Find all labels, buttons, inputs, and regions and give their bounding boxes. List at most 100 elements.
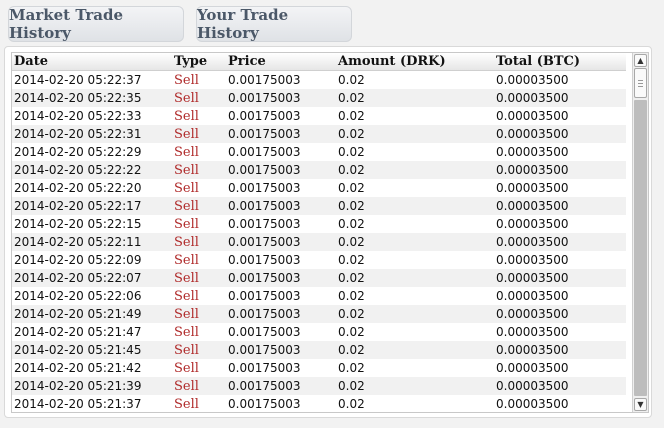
cell-type: Sell: [174, 360, 199, 376]
cell-date: 2014-02-20 05:22:17: [12, 197, 172, 215]
cell-amount: 0.02: [336, 125, 494, 143]
cell-price: 0.00175003: [226, 377, 336, 395]
cell-date: 2014-02-20 05:22:09: [14, 253, 142, 267]
table-row[interactable]: 2014-02-20 05:22:17 Sell 0.00175003 0.02 0.0…: [12, 197, 626, 215]
cell-amount: 0.02: [338, 109, 365, 123]
cell-type: Sell: [172, 125, 226, 143]
trade-history-grid: Date Type Price Amount (DRK) Total (BTC)…: [11, 52, 649, 413]
cell-date: 2014-02-20 05:22:06: [14, 289, 142, 303]
cell-price: 0.00175003: [226, 161, 336, 179]
cell-type: Sell: [174, 144, 199, 160]
cell-total: 0.00003500: [494, 197, 626, 215]
table-row[interactable]: 2014-02-20 05:22:09 Sell 0.00175003 0.02 0.0…: [12, 251, 626, 269]
column-header-total[interactable]: Total (BTC): [494, 53, 626, 71]
cell-date: 2014-02-20 05:21:39: [12, 377, 172, 395]
cell-total: 0.00003500: [494, 161, 626, 179]
table-row[interactable]: 2014-02-20 05:22:29 Sell 0.00175003 0.02 0.0…: [12, 143, 626, 161]
cell-price: 0.00175003: [228, 325, 301, 339]
column-header-amount[interactable]: Amount (DRK): [336, 53, 494, 71]
cell-total: 0.00003500: [496, 181, 569, 195]
table-row[interactable]: 2014-02-20 05:22:37 Sell 0.00175003 0.02 0.0…: [12, 71, 626, 90]
cell-total: 0.00003500: [494, 125, 626, 143]
column-header-price[interactable]: Price: [226, 53, 336, 71]
cell-price: 0.00175003: [226, 269, 336, 287]
cell-amount: 0.02: [338, 361, 365, 375]
table-row[interactable]: 2014-02-20 05:21:42 Sell 0.00175003 0.02 0.0…: [12, 359, 626, 377]
table-row[interactable]: 2014-02-20 05:21:37 Sell 0.00175003 0.02 0.0…: [12, 395, 626, 412]
cell-price: 0.00175003: [226, 233, 336, 251]
scrollbar-track[interactable]: [634, 100, 647, 396]
cell-amount: 0.02: [336, 233, 494, 251]
cell-type: Sell: [174, 72, 199, 88]
cell-date: 2014-02-20 05:22:15: [14, 217, 142, 231]
cell-total: 0.00003500: [496, 145, 569, 159]
column-header-type[interactable]: Type: [172, 53, 226, 71]
cell-price: 0.00175003: [226, 125, 336, 143]
cell-date: 2014-02-20 05:21:42: [14, 361, 142, 375]
cell-amount: 0.02: [336, 89, 494, 107]
cell-price: 0.00175003: [226, 341, 336, 359]
cell-total: 0.00003500: [496, 289, 569, 303]
cell-type: Sell: [172, 161, 226, 179]
arrow-up-icon[interactable]: ▲: [634, 54, 647, 67]
cell-total: 0.00003500: [496, 361, 569, 375]
trade-history-panel: Date Type Price Amount (DRK) Total (BTC)…: [4, 46, 652, 418]
cell-date: 2014-02-20 05:21:45: [12, 341, 172, 359]
table-row[interactable]: 2014-02-20 05:22:22 Sell 0.00175003 0.02 0.0…: [12, 161, 626, 179]
table-row[interactable]: 2014-02-20 05:21:45 Sell 0.00175003 0.02 0.0…: [12, 341, 626, 359]
column-header-date[interactable]: Date: [12, 53, 172, 71]
cell-date: 2014-02-20 05:21:37: [14, 397, 142, 411]
cell-price: 0.00175003: [228, 109, 301, 123]
table-row[interactable]: 2014-02-20 05:22:35 Sell 0.00175003 0.02 0.0…: [12, 89, 626, 107]
table-row[interactable]: 2014-02-20 05:22:15 Sell 0.00175003 0.02 0.0…: [12, 215, 626, 233]
cell-date: 2014-02-20 05:22:33: [14, 109, 142, 123]
table-row[interactable]: 2014-02-20 05:21:47 Sell 0.00175003 0.02 0.0…: [12, 323, 626, 341]
arrow-down-icon[interactable]: ▼: [634, 398, 647, 411]
cell-type: Sell: [174, 288, 199, 304]
cell-total: 0.00003500: [496, 325, 569, 339]
cell-type: Sell: [174, 216, 199, 232]
cell-price: 0.00175003: [228, 397, 301, 411]
cell-type: Sell: [174, 180, 199, 196]
tab-market-trade-history[interactable]: Market Trade History: [8, 6, 184, 42]
cell-date: 2014-02-20 05:22:11: [12, 233, 172, 251]
cell-amount: 0.02: [336, 269, 494, 287]
grip-line: [638, 80, 643, 81]
cell-total: 0.00003500: [496, 217, 569, 231]
grip-line: [638, 86, 643, 87]
cell-date: 2014-02-20 05:21:49: [12, 305, 172, 323]
table-row[interactable]: 2014-02-20 05:22:07 Sell 0.00175003 0.02 0.0…: [12, 269, 626, 287]
cell-price: 0.00175003: [228, 361, 301, 375]
cell-total: 0.00003500: [494, 341, 626, 359]
table-row[interactable]: 2014-02-20 05:22:20 Sell 0.00175003 0.02 0.0…: [12, 179, 626, 197]
cell-amount: 0.02: [336, 197, 494, 215]
cell-type: Sell: [172, 341, 226, 359]
cell-type: Sell: [174, 324, 199, 340]
cell-amount: 0.02: [336, 341, 494, 359]
cell-total: 0.00003500: [494, 269, 626, 287]
cell-type: Sell: [174, 396, 199, 412]
cell-price: 0.00175003: [228, 217, 301, 231]
table-row[interactable]: 2014-02-20 05:22:33 Sell 0.00175003 0.02 0.0…: [12, 107, 626, 125]
cell-date: 2014-02-20 05:22:37: [14, 73, 142, 87]
cell-price: 0.00175003: [228, 289, 301, 303]
cell-price: 0.00175003: [228, 145, 301, 159]
table-row[interactable]: 2014-02-20 05:21:49 Sell 0.00175003 0.02 0.0…: [12, 305, 626, 323]
vertical-scrollbar[interactable]: ▲ ▼: [632, 53, 648, 412]
cell-amount: 0.02: [338, 253, 365, 267]
tab-label: Your Trade History: [197, 6, 289, 42]
cell-type: Sell: [172, 233, 226, 251]
tab-your-trade-history[interactable]: Your Trade History: [196, 6, 352, 42]
cell-amount: 0.02: [338, 397, 365, 411]
table-row[interactable]: 2014-02-20 05:21:39 Sell 0.00175003 0.02 0.0…: [12, 377, 626, 395]
table-row[interactable]: 2014-02-20 05:22:31 Sell 0.00175003 0.02 0.0…: [12, 125, 626, 143]
cell-total: 0.00003500: [496, 253, 569, 267]
scrollbar-thumb[interactable]: [634, 68, 647, 98]
cell-price: 0.00175003: [226, 197, 336, 215]
cell-amount: 0.02: [338, 181, 365, 195]
table-row[interactable]: 2014-02-20 05:22:06 Sell 0.00175003 0.02 0.0…: [12, 287, 626, 305]
cell-date: 2014-02-20 05:22:35: [12, 89, 172, 107]
table-row[interactable]: 2014-02-20 05:22:11 Sell 0.00175003 0.02 0.0…: [12, 233, 626, 251]
cell-total: 0.00003500: [494, 305, 626, 323]
cell-total: 0.00003500: [494, 377, 626, 395]
